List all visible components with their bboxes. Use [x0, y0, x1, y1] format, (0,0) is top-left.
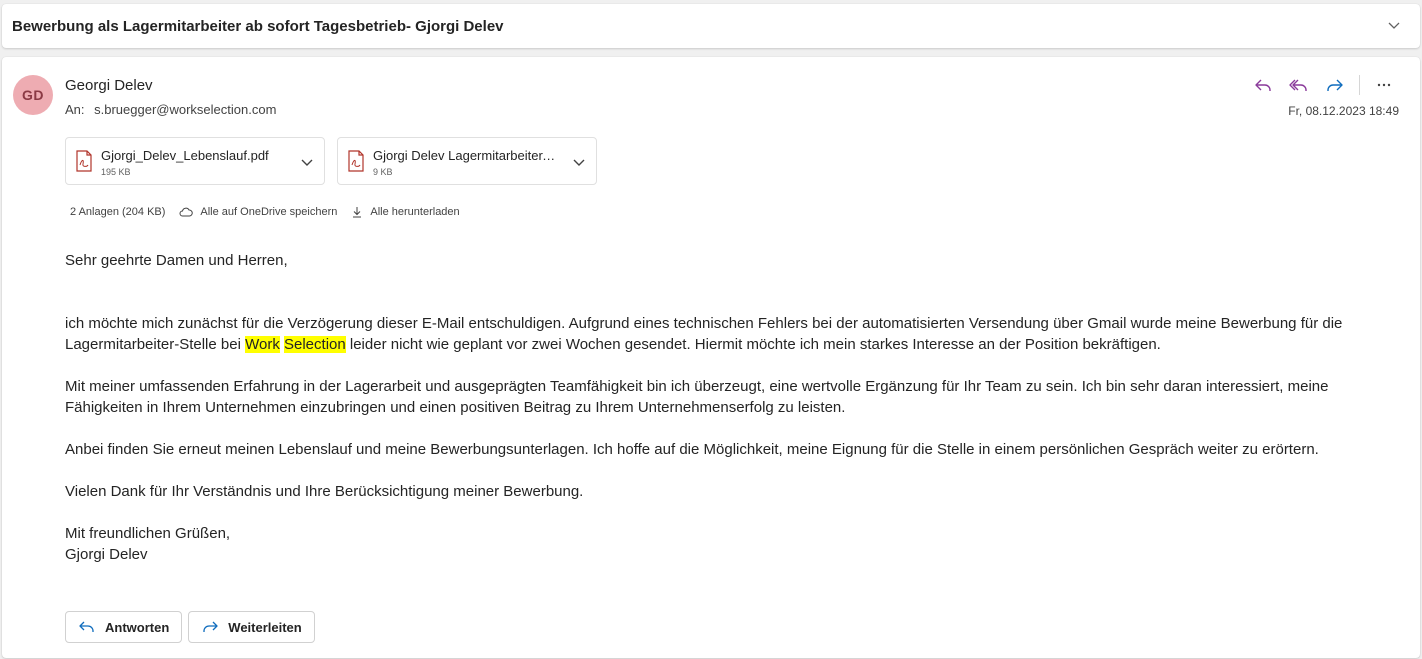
attachment-count: 2 Anlagen (204 KB) [70, 206, 166, 218]
message-body: Sehr geehrte Damen und Herren, ich möcht… [65, 250, 1385, 565]
forward-icon[interactable] [1319, 73, 1351, 97]
forward-button[interactable]: Weiterleiten [188, 611, 315, 643]
attachment-list: Gjorgi_Delev_Lebenslauf.pdf 195 KB Gjorg… [65, 137, 597, 185]
attachment-summary: 2 Anlagen (204 KB) Alle auf OneDrive spe… [70, 206, 474, 218]
pdf-icon [76, 150, 92, 172]
attachment-item[interactable]: Gjorgi Delev Lagermitarbeiter.pdf 9 KB [337, 137, 597, 185]
save-to-onedrive-link[interactable]: Alle auf OneDrive speichern [179, 206, 337, 218]
cloud-icon [179, 207, 194, 217]
signature: Gjorgi Delev [65, 546, 148, 563]
attachment-name: Gjorgi Delev Lagermitarbeiter.pdf [373, 148, 558, 163]
forward-button-label: Weiterleiten [228, 619, 302, 635]
download-icon [353, 207, 362, 218]
download-all-link[interactable]: Alle herunterladen [351, 206, 460, 218]
chevron-down-icon[interactable] [298, 153, 316, 171]
to-label: An: [65, 102, 85, 117]
greeting: Sehr geehrte Damen und Herren, [65, 252, 288, 269]
reply-all-icon[interactable] [1283, 73, 1315, 97]
chevron-down-icon[interactable] [1386, 17, 1402, 33]
attachment-size: 195 KB [101, 167, 131, 177]
message-actions [1247, 73, 1400, 97]
pdf-icon [348, 150, 364, 172]
closing: Mit freundlichen Grüßen, [65, 525, 231, 542]
body-paragraph: Mit meiner umfassenden Erfahrung in der … [65, 378, 1329, 416]
attachment-item[interactable]: Gjorgi_Delev_Lebenslauf.pdf 195 KB [65, 137, 325, 185]
download-all-label: Alle herunterladen [370, 206, 460, 218]
save-to-onedrive-label: Alle auf OneDrive speichern [200, 206, 338, 218]
subject-bar: Bewerbung als Lagermitarbeiter ab sofort… [2, 4, 1420, 48]
chevron-down-icon[interactable] [570, 153, 588, 171]
reply-button-label: Antworten [105, 619, 170, 635]
message-card: GD Georgi Delev An: s.bruegger@workselec… [2, 57, 1420, 658]
sender-name[interactable]: Georgi Delev [65, 77, 153, 94]
divider [1359, 75, 1360, 95]
body-text-span: leider nicht wie geplant vor zwei Wochen… [345, 336, 1161, 353]
more-options-icon[interactable] [1368, 73, 1400, 97]
body-paragraph: Anbei finden Sie erneut meinen Lebenslau… [65, 441, 1319, 458]
reply-icon[interactable] [1247, 73, 1279, 97]
email-subject: Bewerbung als Lagermitarbeiter ab sofort… [12, 17, 504, 35]
attachment-name: Gjorgi_Delev_Lebenslauf.pdf [101, 148, 269, 163]
highlight: Selection [284, 336, 346, 353]
reply-buttons: Antworten Weiterleiten [65, 611, 315, 643]
reply-icon [79, 621, 94, 632]
avatar[interactable]: GD [13, 75, 53, 115]
body-paragraph: ich möchte mich zunächst für die Verzöge… [65, 313, 1385, 355]
forward-icon [203, 621, 218, 632]
reply-button[interactable]: Antworten [65, 611, 183, 643]
recipient-line: An: s.bruegger@workselection.com [65, 102, 276, 117]
highlight: Work [245, 336, 280, 353]
message-date: Fr, 08.12.2023 18:49 [1288, 104, 1399, 118]
attachment-size: 9 KB [373, 167, 393, 177]
body-paragraph: Vielen Dank für Ihr Verständnis und Ihre… [65, 483, 584, 500]
recipient-address[interactable]: s.bruegger@workselection.com [94, 102, 276, 117]
